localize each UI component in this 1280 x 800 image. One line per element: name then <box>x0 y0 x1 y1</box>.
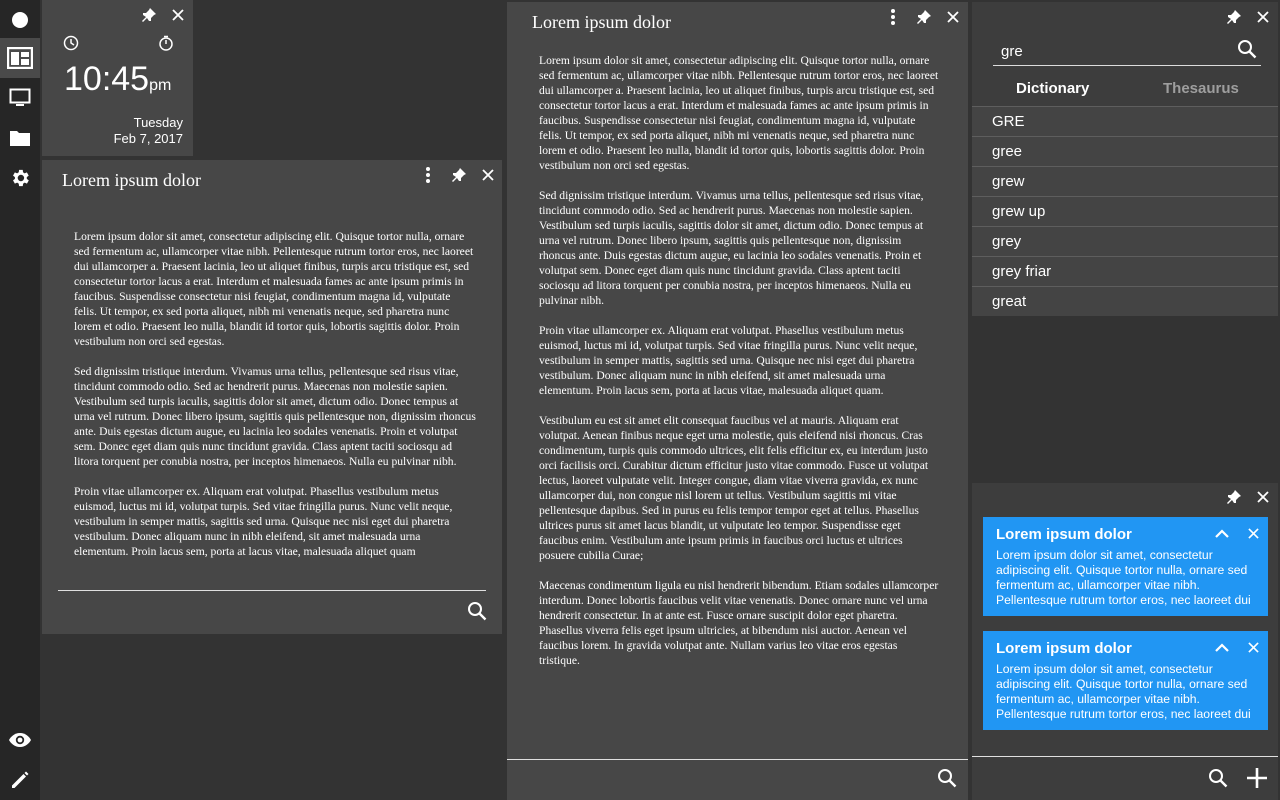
close-button[interactable] <box>1242 522 1264 544</box>
panel-body: Lorem ipsum dolor sit amet, consectetur … <box>74 229 476 573</box>
stopwatch-icon[interactable] <box>158 35 174 51</box>
pin-button[interactable] <box>1223 486 1245 508</box>
pin-icon <box>1227 490 1241 504</box>
collapse-button[interactable] <box>1211 636 1233 658</box>
search-icon <box>468 602 487 621</box>
list-item[interactable]: great <box>972 286 1278 316</box>
search-button[interactable] <box>936 767 958 789</box>
close-icon <box>482 169 494 181</box>
sidebar-item-home[interactable] <box>0 0 40 40</box>
clock-ampm: pm <box>149 77 172 94</box>
panel-body: Lorem ipsum dolor sit amet, consectetur … <box>539 53 939 753</box>
search-button[interactable] <box>466 600 488 622</box>
clock-icon <box>63 35 79 51</box>
close-button[interactable] <box>1252 486 1274 508</box>
list-item[interactable]: GRE <box>972 106 1278 136</box>
note-title: Lorem ipsum dolor <box>996 640 1132 657</box>
sidebar <box>0 0 40 800</box>
paragraph: Vestibulum eu est sit amet elit consequa… <box>539 414 929 562</box>
chevron-up-icon <box>1215 528 1229 538</box>
pin-icon <box>917 10 931 24</box>
more-vertical-icon <box>891 9 895 25</box>
search-divider <box>58 590 486 591</box>
paragraph: Lorem ipsum dolor sit amet, consectetur … <box>74 230 474 348</box>
paragraph: Sed dignissim tristique interdum. Vivamu… <box>539 189 924 307</box>
list-item[interactable]: grey <box>972 226 1278 256</box>
eye-icon <box>9 733 31 747</box>
sidebar-item-settings[interactable] <box>0 158 40 198</box>
close-icon <box>1247 527 1259 539</box>
chevron-up-icon <box>1215 642 1229 652</box>
paragraph: Lorem ipsum dolor sit amet, consectetur … <box>539 54 939 172</box>
close-icon <box>172 9 184 21</box>
sidebar-item-dashboard[interactable] <box>0 38 40 78</box>
paragraph: Sed dignissim tristique interdum. Vivamu… <box>74 365 476 468</box>
more-menu-button[interactable] <box>882 6 904 28</box>
gear-icon <box>13 169 29 187</box>
close-icon <box>1247 641 1259 653</box>
notes-divider <box>972 756 1278 757</box>
pin-button[interactable] <box>138 4 160 26</box>
sidebar-item-edit[interactable] <box>0 760 40 800</box>
close-icon <box>1257 491 1269 503</box>
clock-time: 10:45pm <box>64 60 172 98</box>
list-item[interactable]: grew <box>972 166 1278 196</box>
paragraph: Proin vitae ullamcorper ex. Aliquam erat… <box>74 485 453 558</box>
list-item[interactable]: gree <box>972 136 1278 166</box>
circle-icon <box>12 12 28 28</box>
tab-dictionary[interactable]: Dictionary <box>1016 80 1089 97</box>
more-vertical-icon <box>426 167 430 183</box>
close-icon <box>947 11 959 23</box>
pin-icon <box>1227 10 1241 24</box>
add-note-button[interactable] <box>1246 767 1268 789</box>
pin-button[interactable] <box>1223 6 1245 28</box>
sidebar-item-visibility[interactable] <box>0 720 40 760</box>
note-title: Lorem ipsum dolor <box>996 526 1132 543</box>
panel-title: Lorem ipsum dolor <box>532 12 671 32</box>
dictionary-search <box>993 36 1261 66</box>
search-divider <box>507 759 968 760</box>
text-panel-left: Lorem ipsum dolor Lorem ipsum dolor sit … <box>42 160 502 634</box>
dictionary-results: GRE gree grew grew up grey grey friar gr… <box>972 106 1278 316</box>
note-card[interactable]: Lorem ipsum dolor Lorem ipsum dolor sit … <box>983 631 1268 730</box>
pin-button[interactable] <box>448 164 470 186</box>
plus-icon <box>1247 768 1267 788</box>
folder-icon <box>10 131 30 146</box>
collapse-button[interactable] <box>1211 522 1233 544</box>
dashboard-icon <box>7 47 33 69</box>
more-menu-button[interactable] <box>417 164 439 186</box>
pin-icon <box>452 168 466 182</box>
pin-icon <box>142 8 156 22</box>
close-button[interactable] <box>1242 636 1264 658</box>
paragraph: Proin vitae ullamcorper ex. Aliquam erat… <box>539 324 918 397</box>
search-icon <box>938 769 957 788</box>
note-body: Lorem ipsum dolor sit amet, consectetur … <box>996 662 1251 721</box>
note-body: Lorem ipsum dolor sit amet, consectetur … <box>996 548 1251 607</box>
pin-button[interactable] <box>913 6 935 28</box>
dictionary-search-input[interactable] <box>1001 40 1231 62</box>
close-button[interactable] <box>167 4 189 26</box>
search-icon <box>1238 40 1257 59</box>
search-button[interactable] <box>1207 767 1229 789</box>
search-icon <box>1209 769 1228 788</box>
paragraph: Maecenas condimentum ligula eu nisl hend… <box>539 579 939 667</box>
monitor-icon <box>9 88 31 106</box>
list-item[interactable]: grew up <box>972 196 1278 226</box>
tab-thesaurus[interactable]: Thesaurus <box>1163 80 1239 97</box>
text-panel-middle: Lorem ipsum dolor Lorem ipsum dolor sit … <box>507 2 968 800</box>
close-button[interactable] <box>942 6 964 28</box>
sidebar-item-folder[interactable] <box>0 118 40 158</box>
note-card[interactable]: Lorem ipsum dolor Lorem ipsum dolor sit … <box>983 517 1268 616</box>
search-button[interactable] <box>1236 38 1258 60</box>
list-item[interactable]: grey friar <box>972 256 1278 286</box>
close-button[interactable] <box>1252 6 1274 28</box>
close-button[interactable] <box>477 164 499 186</box>
pencil-icon <box>12 771 29 788</box>
close-icon <box>1257 11 1269 23</box>
panel-title: Lorem ipsum dolor <box>62 170 201 190</box>
sidebar-item-monitor[interactable] <box>0 78 40 118</box>
